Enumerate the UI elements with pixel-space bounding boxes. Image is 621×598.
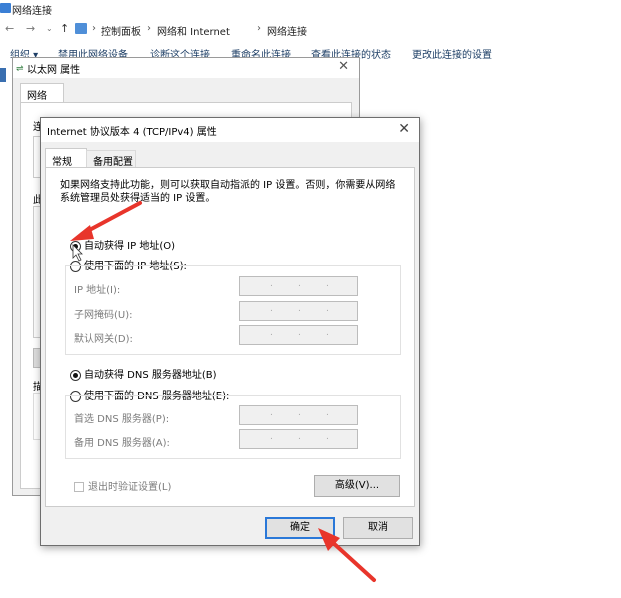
ip-address-input[interactable]: ... bbox=[239, 276, 358, 296]
general-panel: 如果网络支持此功能，则可以获取自动指派的 IP 设置。否则，你需要从网络系统管理… bbox=[45, 167, 415, 507]
auto-dns-label: 自动获得 DNS 服务器地址(B) bbox=[84, 370, 217, 381]
breadcrumb-control-panel[interactable]: 控制面板 bbox=[101, 23, 141, 38]
validate-on-exit-option[interactable]: 退出时验证设置(L) bbox=[74, 478, 171, 493]
tab-general-label: 常规 bbox=[52, 157, 72, 168]
alternate-dns-label: 备用 DNS 服务器(A): bbox=[74, 438, 170, 449]
auto-dns-radio[interactable] bbox=[70, 369, 81, 381]
breadcrumb-network-internet[interactable]: 网络和 Internet bbox=[157, 23, 230, 38]
ethernet-title-bar: ⇌ 以太网 属性 ✕ bbox=[13, 58, 359, 78]
alternate-dns-input[interactable]: ... bbox=[239, 429, 358, 449]
auto-ip-option[interactable]: 自动获得 IP 地址(O) bbox=[70, 237, 175, 252]
network-connections-icon bbox=[0, 3, 11, 13]
preferred-dns-label: 首选 DNS 服务器(P): bbox=[74, 414, 170, 425]
change-settings-command[interactable]: 更改此连接的设置 bbox=[412, 46, 492, 61]
preferred-dns-input[interactable]: ... bbox=[239, 405, 358, 425]
advanced-button[interactable]: 高级(V)... bbox=[314, 475, 400, 497]
tab-networking-label: 网络 bbox=[27, 91, 47, 102]
subnet-mask-label: 子网掩码(U): bbox=[74, 310, 133, 321]
dialog-title-bar: Internet 协议版本 4 (TCP/IPv4) 属性 ✕ bbox=[41, 118, 419, 142]
ethernet-icon: ⇌ bbox=[16, 64, 24, 74]
subnet-mask-input[interactable]: ... bbox=[239, 301, 358, 321]
dialog-title: Internet 协议版本 4 (TCP/IPv4) 属性 bbox=[47, 127, 217, 138]
default-gateway-label: 默认网关(D): bbox=[74, 334, 133, 345]
tab-alternate-label: 备用配置 bbox=[93, 157, 133, 168]
chevron-right-icon: › bbox=[92, 23, 96, 34]
network-adapter-icon bbox=[0, 68, 6, 82]
validate-on-exit-checkbox[interactable] bbox=[74, 482, 84, 492]
recent-dropdown-icon[interactable]: ⌄ bbox=[46, 24, 53, 33]
back-arrow-icon[interactable]: ← bbox=[5, 22, 14, 35]
tab-general[interactable]: 常规 bbox=[45, 148, 87, 169]
address-bar: ← → ⌄ ↑ › 控制面板 › 网络和 Internet › 网络连接 bbox=[0, 20, 621, 40]
control-panel-icon bbox=[75, 23, 87, 34]
auto-ip-radio[interactable] bbox=[70, 240, 81, 252]
chevron-right-icon: › bbox=[147, 23, 151, 34]
description-text: 如果网络支持此功能，则可以获取自动指派的 IP 设置。否则，你需要从网络系统管理… bbox=[60, 180, 396, 204]
auto-ip-label: 自动获得 IP 地址(O) bbox=[84, 241, 176, 252]
explorer-title-bar: 网络连接 bbox=[0, 0, 621, 18]
ipv4-properties-dialog: Internet 协议版本 4 (TCP/IPv4) 属性 ✕ 常规 备用配置 … bbox=[40, 117, 420, 546]
up-arrow-icon[interactable]: ↑ bbox=[60, 22, 69, 35]
ethernet-window-title: 以太网 属性 bbox=[27, 65, 81, 76]
forward-arrow-icon[interactable]: → bbox=[26, 22, 35, 35]
chevron-right-icon: › bbox=[257, 23, 261, 34]
close-icon[interactable]: ✕ bbox=[398, 121, 410, 137]
breadcrumb-network-connections[interactable]: 网络连接 bbox=[267, 23, 307, 38]
cancel-button[interactable]: 取消 bbox=[343, 517, 413, 539]
tab-networking[interactable]: 网络 bbox=[20, 83, 64, 103]
default-gateway-input[interactable]: ... bbox=[239, 325, 358, 345]
close-icon[interactable]: ✕ bbox=[338, 59, 349, 74]
auto-dns-option[interactable]: 自动获得 DNS 服务器地址(B) bbox=[70, 366, 217, 381]
explorer-window-title: 网络连接 bbox=[12, 6, 52, 17]
ok-button[interactable]: 确定 bbox=[265, 517, 335, 539]
ip-address-label: IP 地址(I): bbox=[74, 285, 121, 296]
tab-alternate-configuration[interactable]: 备用配置 bbox=[86, 150, 136, 168]
validate-on-exit-label: 退出时验证设置(L) bbox=[88, 482, 172, 493]
